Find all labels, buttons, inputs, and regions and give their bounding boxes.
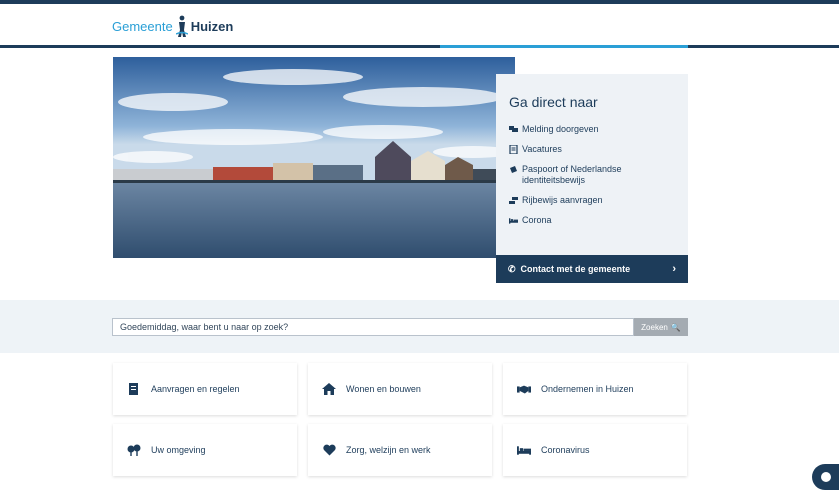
handshake-icon bbox=[517, 382, 531, 396]
logo-figure-icon bbox=[175, 14, 189, 38]
trees-icon bbox=[127, 443, 141, 457]
heart-icon bbox=[322, 443, 336, 457]
chat-icon bbox=[821, 472, 831, 482]
quicklinks-panel: Ga direct naar Melding doorgeven Vacatur… bbox=[496, 74, 688, 255]
tile-label: Zorg, welzijn en werk bbox=[346, 445, 431, 455]
tile-label: Coronavirus bbox=[541, 445, 590, 455]
tile-coronavirus[interactable]: Coronavirus bbox=[503, 424, 687, 476]
document-icon bbox=[509, 145, 518, 154]
header-accent-line bbox=[440, 45, 688, 48]
bed-icon bbox=[517, 443, 531, 457]
tile-ondernemen[interactable]: Ondernemen in Huizen bbox=[503, 363, 687, 415]
tile-zorg[interactable]: Zorg, welzijn en werk bbox=[308, 424, 492, 476]
house-icon bbox=[322, 382, 336, 396]
search-bar: Goedemiddag, waar bent u naar op zoek? Z… bbox=[112, 318, 688, 336]
site-logo[interactable]: Gemeente Huizen bbox=[112, 12, 233, 40]
search-icon: 🔍 bbox=[670, 322, 681, 332]
quicklink-paspoort[interactable]: Paspoort of Nederlandse identiteitsbewij… bbox=[509, 164, 675, 186]
tile-label: Wonen en bouwen bbox=[346, 384, 421, 394]
quicklink-label: Vacatures bbox=[522, 144, 562, 154]
quicklink-label: Melding doorgeven bbox=[522, 124, 599, 134]
quicklink-label: Corona bbox=[522, 215, 552, 225]
logo-text-gemeente: Gemeente bbox=[112, 18, 173, 34]
site-header: Gemeente Huizen bbox=[0, 4, 839, 46]
tile-label: Uw omgeving bbox=[151, 445, 206, 455]
logo-text-huizen: Huizen bbox=[190, 18, 234, 34]
search-button[interactable]: Zoeken 🔍 bbox=[634, 318, 688, 336]
quicklink-label: Paspoort of Nederlandse identiteitsbewij… bbox=[522, 164, 622, 185]
quicklink-label: Rijbewijs aanvragen bbox=[522, 195, 603, 205]
contact-label: Contact met de gemeente bbox=[520, 264, 631, 274]
quicklink-melding[interactable]: Melding doorgeven bbox=[509, 124, 675, 135]
tile-label: Ondernemen in Huizen bbox=[541, 384, 634, 394]
tile-aanvragen[interactable]: Aanvragen en regelen bbox=[113, 363, 297, 415]
comments-icon bbox=[509, 125, 518, 134]
search-button-label: Zoeken bbox=[641, 322, 668, 332]
tile-wonen[interactable]: Wonen en bouwen bbox=[308, 363, 492, 415]
bed-icon bbox=[509, 216, 518, 225]
car-icon bbox=[509, 196, 518, 205]
tile-omgeving[interactable]: Uw omgeving bbox=[113, 424, 297, 476]
quicklink-corona[interactable]: Corona bbox=[509, 215, 675, 226]
chevron-right-icon: › bbox=[672, 263, 676, 275]
phone-icon: ✆ bbox=[508, 263, 516, 274]
header-divider bbox=[0, 45, 839, 48]
hero-image bbox=[113, 57, 515, 258]
contact-button[interactable]: ✆ Contact met de gemeente › bbox=[496, 255, 688, 283]
quicklink-rijbewijs[interactable]: Rijbewijs aanvragen bbox=[509, 195, 675, 206]
chat-button[interactable] bbox=[812, 464, 839, 490]
form-icon bbox=[127, 382, 141, 396]
quicklink-vacatures[interactable]: Vacatures bbox=[509, 144, 675, 155]
quicklinks-title: Ga direct naar bbox=[509, 94, 598, 110]
search-input[interactable]: Goedemiddag, waar bent u naar op zoek? bbox=[112, 318, 634, 336]
tile-label: Aanvragen en regelen bbox=[151, 384, 240, 394]
passport-icon bbox=[509, 165, 518, 174]
